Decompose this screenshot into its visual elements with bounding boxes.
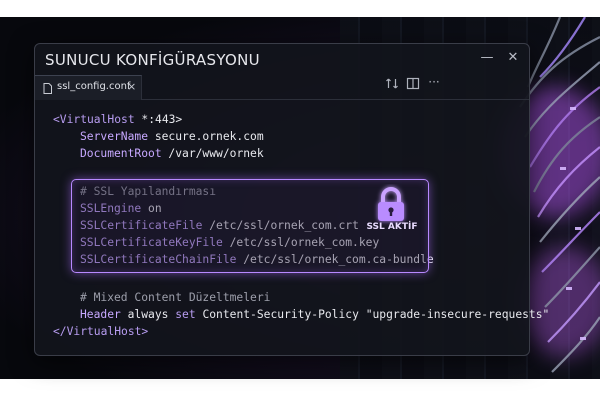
- code-line: <VirtualHost *:443>: [53, 112, 182, 127]
- more-actions-icon[interactable]: ···: [425, 75, 443, 89]
- tab-label: ssl_config.conf: [57, 81, 131, 92]
- minimize-button[interactable]: —: [479, 50, 495, 65]
- window-title: SUNUCU KONFİGÜRASYONU: [45, 51, 260, 69]
- tab-bar: ssl_config.conf ×: [35, 75, 529, 100]
- vhost-close-tag: </VirtualHost>: [53, 325, 149, 338]
- ssl-active-badge: SSL AKTİF: [366, 222, 418, 232]
- tab-ssl-config[interactable]: ssl_config.conf ×: [35, 75, 142, 100]
- code-line: Header always set Content-Security-Polic…: [80, 307, 549, 322]
- title-bar: SUNUCU KONFİGÜRASYONU — ✕: [35, 44, 529, 74]
- header-value: "upgrade-insecure-requests": [365, 308, 550, 321]
- split-editor-icon[interactable]: [406, 77, 420, 90]
- compare-changes-icon[interactable]: [385, 77, 399, 90]
- lock-icon: [378, 187, 404, 221]
- tab-close-button[interactable]: ×: [127, 80, 136, 93]
- file-icon: [43, 83, 52, 94]
- mixed-content-comment: # Mixed Content Düzeltmeleri: [80, 291, 271, 304]
- header-rest: Content-Security-Policy: [195, 308, 366, 321]
- vhost-open-arg: *:443>: [134, 113, 183, 126]
- editor-window: SUNUCU KONFİGÜRASYONU — ✕ ssl_config.con…: [34, 43, 549, 356]
- vhost-open-tag: <VirtualHost: [53, 113, 135, 126]
- close-button[interactable]: ✕: [505, 50, 521, 65]
- code-line: ServerName secure.ornek.com: [80, 129, 264, 144]
- header-key: Header: [80, 308, 121, 321]
- code-line: DocumentRoot /var/www/ornek: [80, 146, 264, 161]
- header-mid: always: [120, 308, 176, 321]
- doc-root-value: /var/www/ornek: [161, 147, 264, 160]
- server-name-key: ServerName: [80, 130, 149, 143]
- doc-root-key: DocumentRoot: [80, 147, 162, 160]
- server-name-value: secure.ornek.com: [148, 130, 264, 143]
- header-set-keyword: set: [175, 308, 196, 321]
